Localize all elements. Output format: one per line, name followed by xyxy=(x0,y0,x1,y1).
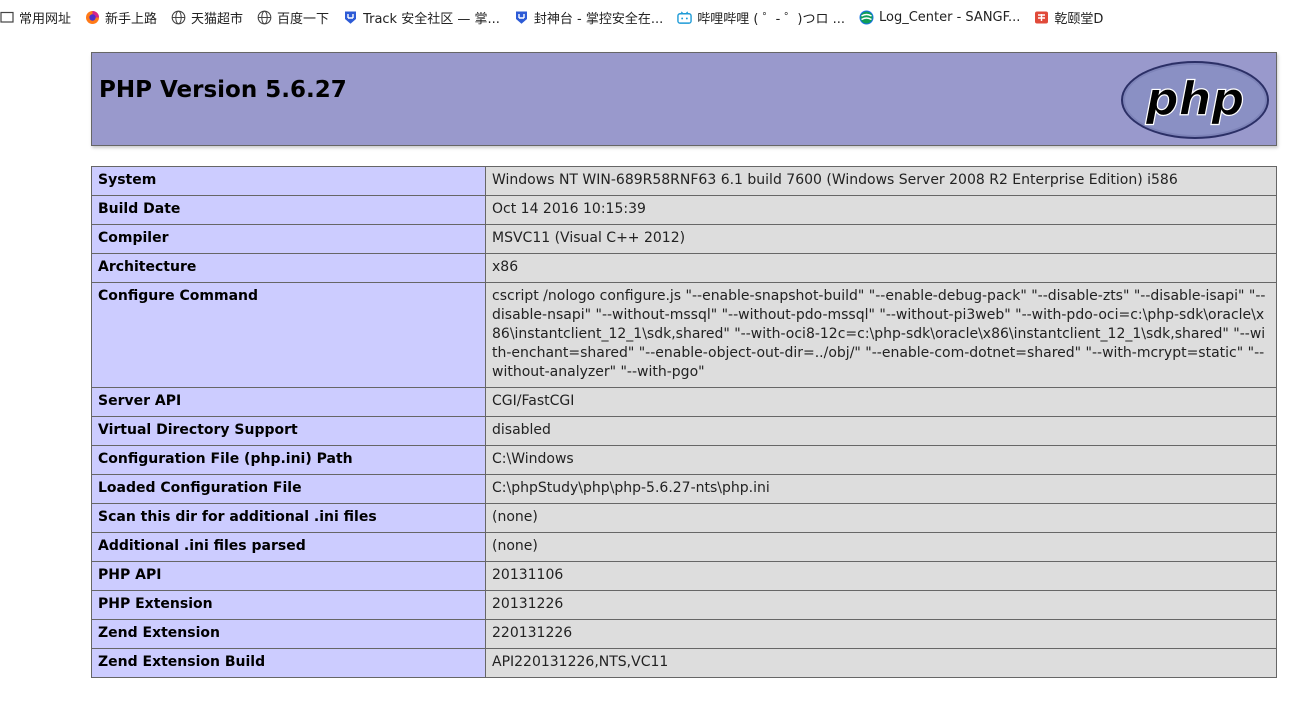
bookmark-bilibili[interactable]: 哔哩哔哩 ( ゜- ゜)つロ ... xyxy=(677,8,845,27)
row-value: Oct 14 2016 10:15:39 xyxy=(485,195,1277,225)
shield-logo-icon xyxy=(343,10,358,25)
row-value: 20131106 xyxy=(485,561,1277,591)
bookmark-label: 封神台 - 掌控安全在... xyxy=(533,11,664,27)
row-value: Windows NT WIN-689R58RNF63 6.1 build 760… xyxy=(485,166,1277,196)
table-row: PHP Extension 20131226 xyxy=(91,590,1277,620)
bookmark-getting-started[interactable]: 新手上路 xyxy=(85,8,157,27)
row-value: (none) xyxy=(485,503,1277,533)
bookmark-label: 常用网址 xyxy=(19,11,72,27)
table-row: System Windows NT WIN-689R58RNF63 6.1 bui… xyxy=(91,166,1277,196)
sangfor-icon xyxy=(859,10,874,25)
table-row: PHP API 20131106 xyxy=(91,561,1277,591)
row-key: Configure Command xyxy=(91,282,486,388)
row-value: 220131226 xyxy=(485,619,1277,649)
row-key: Configuration File (php.ini) Path xyxy=(91,445,486,475)
row-key: Additional .ini files parsed xyxy=(91,532,486,562)
bookmark-track-community[interactable]: Track 安全社区 — 掌... xyxy=(343,8,500,27)
bookmark-tmall[interactable]: 天猫超市 xyxy=(171,8,243,27)
table-row: Virtual Directory Support disabled xyxy=(91,416,1277,446)
bilibili-icon xyxy=(677,10,692,25)
table-row: Build Date Oct 14 2016 10:15:39 xyxy=(91,195,1277,225)
phpinfo-content: PHP Version 5.6.27 php System Windows NT … xyxy=(91,52,1277,678)
table-row: Configuration File (php.ini) Path C:\Wind… xyxy=(91,445,1277,475)
table-row: Loaded Configuration File C:\phpStudy\php… xyxy=(91,474,1277,504)
row-key: PHP Extension xyxy=(91,590,486,620)
table-row: Zend Extension Build API220131226,NTS,VC1… xyxy=(91,648,1277,678)
table-row: Architecture x86 xyxy=(91,253,1277,283)
bookmark-qianyitang[interactable]: 乾颐堂D xyxy=(1034,8,1103,27)
row-value: (none) xyxy=(485,532,1277,562)
php-logo-icon[interactable]: php xyxy=(1120,60,1270,140)
row-key: Build Date xyxy=(91,195,486,225)
bookmark-label: 新手上路 xyxy=(105,11,158,27)
bookmark-common-sites[interactable]: 常用网址 xyxy=(0,8,71,27)
php-version-header: PHP Version 5.6.27 php xyxy=(91,52,1277,146)
row-key: Scan this dir for additional .ini files xyxy=(91,503,486,533)
row-value: C:\Windows xyxy=(485,445,1277,475)
row-key: PHP API xyxy=(91,561,486,591)
row-key: Zend Extension Build xyxy=(91,648,486,678)
bookmark-label: 乾颐堂D xyxy=(1054,11,1104,27)
folder-icon xyxy=(0,10,14,25)
row-key: Virtual Directory Support xyxy=(91,416,486,446)
row-key: Architecture xyxy=(91,253,486,283)
page-title: PHP Version 5.6.27 xyxy=(99,77,347,103)
row-value: CGI/FastCGI xyxy=(485,387,1277,417)
bookmark-label: Log_Center - SANGF... xyxy=(879,9,1021,25)
table-row: Server API CGI/FastCGI xyxy=(91,387,1277,417)
php-logo-text: php xyxy=(1145,72,1245,126)
row-value: 20131226 xyxy=(485,590,1277,620)
firefox-icon xyxy=(85,10,100,25)
shield-logo-icon xyxy=(514,10,529,25)
bookmark-label: 天猫超市 xyxy=(191,11,244,27)
row-value: cscript /nologo configure.js "--enable-s… xyxy=(485,282,1277,388)
row-key: System xyxy=(91,166,486,196)
row-value: x86 xyxy=(485,253,1277,283)
table-row: Zend Extension 220131226 xyxy=(91,619,1277,649)
bookmark-log-center[interactable]: Log_Center - SANGF... xyxy=(859,10,1020,25)
row-value: C:\phpStudy\php\php-5.6.27-nts\php.ini xyxy=(485,474,1277,504)
row-key: Zend Extension xyxy=(91,619,486,649)
table-row: Compiler MSVC11 (Visual C++ 2012) xyxy=(91,224,1277,254)
row-value: disabled xyxy=(485,416,1277,446)
table-row: Additional .ini files parsed (none) xyxy=(91,532,1277,562)
row-key: Compiler xyxy=(91,224,486,254)
globe-icon xyxy=(257,10,272,25)
row-key: Loaded Configuration File xyxy=(91,474,486,504)
bookmark-label: 哔哩哔哩 ( ゜- ゜)つロ ... xyxy=(697,11,845,27)
bookmark-label: Track 安全社区 — 掌... xyxy=(363,11,500,27)
qianyitang-icon xyxy=(1034,10,1049,25)
table-row: Configure Command cscript /nologo configu… xyxy=(91,282,1277,388)
bookmarks-bar: 常用网址 新手上路 天猫超市 百度一下 Track 安全社区 — 掌... 封神… xyxy=(0,0,1290,34)
bookmark-label: 百度一下 xyxy=(277,11,330,27)
bookmark-baidu[interactable]: 百度一下 xyxy=(257,8,329,27)
globe-icon xyxy=(171,10,186,25)
row-value: API220131226,NTS,VC11 xyxy=(485,648,1277,678)
row-value: MSVC11 (Visual C++ 2012) xyxy=(485,224,1277,254)
bookmark-fengshentai[interactable]: 封神台 - 掌控安全在... xyxy=(514,8,663,27)
php-info-table: System Windows NT WIN-689R58RNF63 6.1 bui… xyxy=(91,166,1277,678)
row-key: Server API xyxy=(91,387,486,417)
table-row: Scan this dir for additional .ini files(… xyxy=(91,503,1277,533)
